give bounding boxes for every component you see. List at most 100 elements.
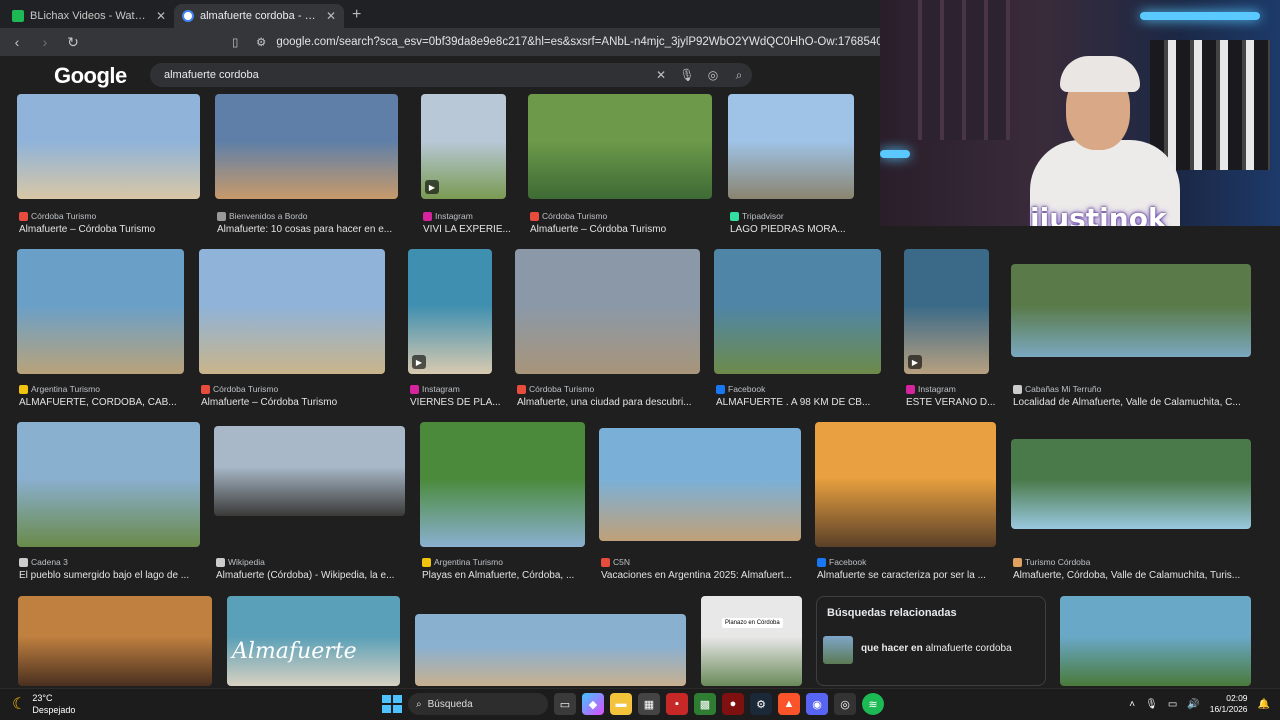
image-source[interactable]: Tripadvisor bbox=[730, 211, 784, 221]
image-result[interactable] bbox=[1060, 596, 1251, 686]
image-thumbnail[interactable] bbox=[515, 249, 700, 374]
image-caption[interactable]: Almafuerte, una ciudad para descubri... bbox=[517, 397, 702, 408]
image-result[interactable]: C5N Vacaciones en Argentina 2025: Almafue… bbox=[599, 428, 801, 581]
image-source[interactable]: Córdoba Turismo bbox=[201, 384, 278, 394]
image-thumbnail[interactable] bbox=[420, 422, 585, 547]
image-result[interactable]: Córdoba Turismo Almafuerte – Córdoba Turi… bbox=[199, 249, 385, 408]
image-thumbnail[interactable] bbox=[17, 422, 200, 547]
image-thumbnail[interactable] bbox=[1011, 264, 1251, 357]
image-thumbnail[interactable] bbox=[528, 94, 712, 199]
image-caption[interactable]: Almafuerte – Córdoba Turismo bbox=[201, 397, 387, 408]
image-thumbnail[interactable] bbox=[1060, 596, 1251, 686]
network-icon[interactable]: ▭ bbox=[1168, 699, 1177, 710]
taskbar-search[interactable]: ⌕ Búsqueda bbox=[408, 693, 548, 715]
image-result[interactable]: Argentina Turismo Playas en Almafuerte, C… bbox=[420, 422, 585, 581]
brave-icon[interactable]: ▲ bbox=[778, 693, 800, 715]
search-input[interactable]: almafuerte cordoba bbox=[164, 69, 648, 81]
image-source[interactable]: Argentina Turismo bbox=[19, 384, 100, 394]
image-thumbnail[interactable]: ▶ bbox=[408, 249, 492, 374]
image-caption[interactable]: Vacaciones en Argentina 2025: Almafuert.… bbox=[601, 570, 803, 581]
image-source[interactable]: Córdoba Turismo bbox=[530, 211, 607, 221]
reload-icon[interactable]: ↻ bbox=[62, 31, 84, 53]
image-thumbnail[interactable] bbox=[415, 614, 686, 686]
image-thumbnail[interactable] bbox=[701, 596, 802, 686]
image-thumbnail[interactable]: ▶ bbox=[904, 249, 989, 374]
lens-icon[interactable]: ◎ bbox=[700, 68, 726, 82]
image-result[interactable]: Wikipedia Almafuerte (Córdoba) - Wikipedi… bbox=[214, 426, 405, 581]
steam-icon[interactable]: ⚙ bbox=[750, 693, 772, 715]
image-caption[interactable]: Playas en Almafuerte, Córdoba, ... bbox=[422, 570, 587, 581]
weather-widget[interactable]: ☾ 23°C Despejado bbox=[12, 692, 75, 716]
clock[interactable]: 02:09 16/1/2026 bbox=[1210, 693, 1248, 715]
start-icon[interactable] bbox=[380, 693, 402, 715]
site-info-icon[interactable]: ⚙ bbox=[256, 35, 266, 49]
image-result[interactable]: Turismo Córdoba Almafuerte, Córdoba, Vall… bbox=[1011, 439, 1251, 581]
image-result[interactable]: Argentina Turismo ALMAFUERTE, CORDOBA, CA… bbox=[17, 249, 184, 408]
image-thumbnail[interactable] bbox=[215, 94, 398, 199]
image-caption[interactable]: Localidad de Almafuerte, Valle de Calamu… bbox=[1013, 397, 1253, 408]
image-source[interactable]: Cadena 3 bbox=[19, 557, 68, 567]
image-caption[interactable]: ESTE VERANO D... bbox=[906, 397, 1026, 408]
image-thumbnail[interactable] bbox=[214, 426, 405, 516]
image-source[interactable]: Facebook bbox=[716, 384, 765, 394]
image-result[interactable]: Facebook Almafuerte se caracteriza por se… bbox=[815, 422, 996, 581]
close-tab-icon[interactable]: ✕ bbox=[156, 9, 166, 23]
mic-icon[interactable]: 🎙 bbox=[1145, 699, 1158, 710]
chevron-up-icon[interactable]: ˄ bbox=[1129, 699, 1135, 710]
image-source[interactable]: Córdoba Turismo bbox=[517, 384, 594, 394]
image-source[interactable]: Instagram bbox=[906, 384, 956, 394]
spotify-icon[interactable]: ≋ bbox=[862, 693, 884, 715]
volume-icon[interactable]: 🔊 bbox=[1187, 699, 1199, 710]
taskview-icon[interactable]: ▭ bbox=[554, 693, 576, 715]
app-red-icon[interactable]: ▪ bbox=[666, 693, 688, 715]
discord-icon[interactable]: ◉ bbox=[806, 693, 828, 715]
image-result[interactable]: Córdoba Turismo Almafuerte – Córdoba Turi… bbox=[528, 94, 712, 235]
image-result[interactable] bbox=[415, 614, 686, 686]
forward-icon[interactable]: › bbox=[34, 31, 56, 53]
image-result[interactable]: ▶ Instagram VIVÍ LA EXPERIE... bbox=[421, 94, 511, 235]
clear-icon[interactable]: ✕ bbox=[648, 68, 674, 82]
image-source[interactable]: Cabañas Mi Terruño bbox=[1013, 384, 1101, 394]
image-caption[interactable]: Almafuerte se caracteriza por ser la ... bbox=[817, 570, 998, 581]
image-thumbnail[interactable]: ▶ bbox=[421, 94, 506, 199]
google-logo[interactable]: Google bbox=[54, 63, 127, 89]
image-caption[interactable]: ALMAFUERTE . A 98 KM DE CB... bbox=[716, 397, 883, 408]
image-source[interactable]: Instagram bbox=[410, 384, 460, 394]
image-caption[interactable]: ALMAFUERTE, CORDOBA, CAB... bbox=[19, 397, 186, 408]
back-icon[interactable]: ‹ bbox=[6, 31, 28, 53]
app-green-icon[interactable]: ▩ bbox=[694, 693, 716, 715]
image-caption[interactable]: El pueblo sumergido bajo el lago de ... bbox=[19, 570, 202, 581]
image-thumbnail[interactable] bbox=[199, 249, 385, 374]
related-item[interactable]: que hacer en almafuerte cordoba bbox=[861, 643, 1012, 654]
bookmark-icon[interactable]: ▯ bbox=[232, 35, 254, 49]
tab-blichax[interactable]: BLichax Videos - Watch On-Demand on ✕ bbox=[4, 4, 174, 28]
app-dark-red-icon[interactable]: ● bbox=[722, 693, 744, 715]
image-thumbnail[interactable] bbox=[728, 94, 854, 199]
search-icon[interactable]: ⌕ bbox=[726, 68, 752, 83]
tab-google-search[interactable]: almafuerte cordoba - Buscar con Google ✕ bbox=[174, 4, 344, 28]
image-result[interactable]: Córdoba Turismo Almafuerte – Córdoba Turi… bbox=[17, 94, 200, 235]
image-caption[interactable]: VIVÍ LA EXPERIE... bbox=[423, 224, 543, 235]
image-result[interactable]: Cadena 3 El pueblo sumergido bajo el lago… bbox=[17, 422, 200, 581]
image-result[interactable]: ▶ Instagram VIERNES DE PLA... bbox=[408, 249, 501, 408]
image-result[interactable] bbox=[18, 596, 212, 686]
image-result[interactable]: Cabañas Mi Terruño Localidad de Almafuert… bbox=[1011, 264, 1251, 408]
store-icon[interactable]: ▦ bbox=[638, 693, 660, 715]
image-thumbnail[interactable] bbox=[714, 249, 881, 374]
notification-icon[interactable]: 🔔 bbox=[1258, 699, 1270, 710]
image-caption[interactable]: Almafuerte: 10 cosas para hacer en e... bbox=[217, 224, 400, 235]
image-caption[interactable]: Almafuerte, Córdoba, Valle de Calamuchit… bbox=[1013, 570, 1253, 581]
image-thumbnail[interactable] bbox=[1011, 439, 1251, 529]
search-box[interactable]: almafuerte cordoba ✕ 🎙 ◎ ⌕ bbox=[150, 63, 752, 87]
image-source[interactable]: Wikipedia bbox=[216, 557, 265, 567]
close-tab-icon[interactable]: ✕ bbox=[326, 9, 336, 23]
image-source[interactable]: Turismo Córdoba bbox=[1013, 557, 1090, 567]
image-source[interactable]: Argentina Turismo bbox=[422, 557, 503, 567]
image-thumbnail[interactable] bbox=[17, 94, 200, 199]
image-result[interactable]: ▶ Instagram ESTE VERANO D... bbox=[904, 249, 995, 408]
obs-icon[interactable]: ◎ bbox=[834, 693, 856, 715]
image-caption[interactable]: Almafuerte (Córdoba) - Wikipedia, la e..… bbox=[216, 570, 407, 581]
file-explorer-icon[interactable]: ▬ bbox=[610, 693, 632, 715]
image-result[interactable] bbox=[701, 596, 802, 686]
image-source[interactable]: C5N bbox=[601, 557, 630, 567]
